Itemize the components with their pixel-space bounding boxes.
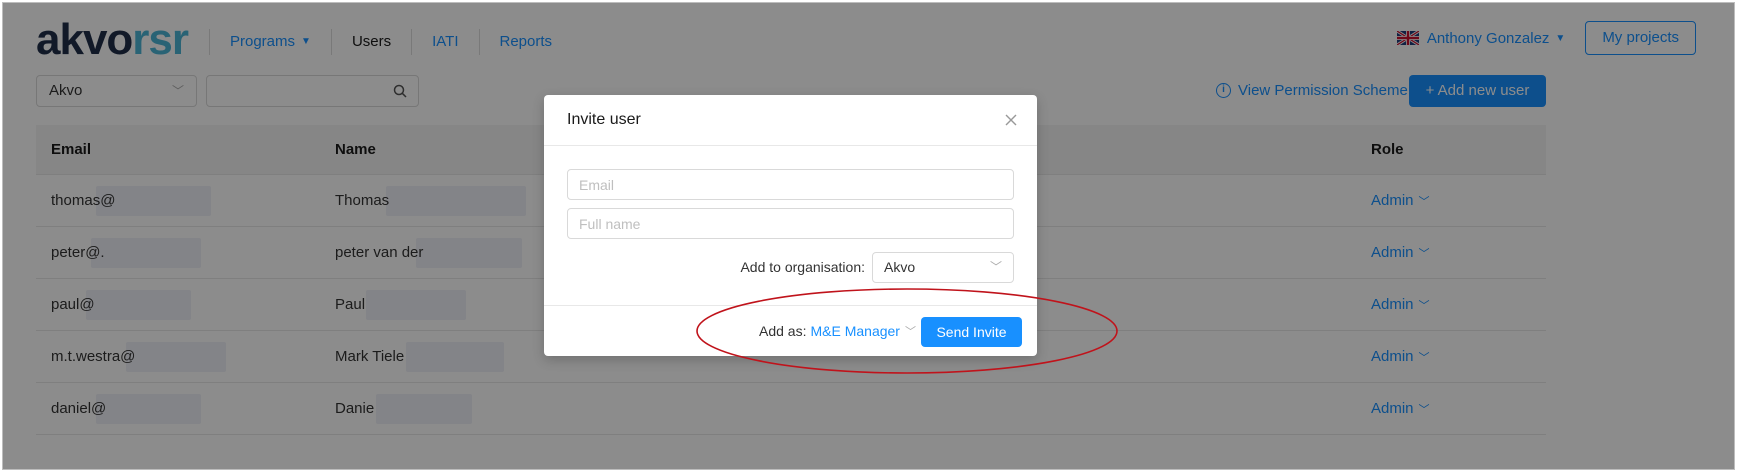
full-name-field[interactable] — [567, 208, 1014, 239]
email-field[interactable] — [567, 169, 1014, 200]
app-window: akvorsr Programs ▼ Users IATI Reports An… — [2, 2, 1735, 470]
modal-header: Invite user — [544, 95, 1037, 146]
organisation-label: Add to organisation: — [740, 259, 865, 275]
organisation-select[interactable]: Akvo ﹀ — [872, 252, 1014, 283]
close-icon[interactable] — [1003, 112, 1019, 128]
organisation-value: Akvo — [884, 259, 916, 275]
chevron-down-icon: ﹀ — [989, 260, 1002, 274]
highlight-ellipse-annotation — [696, 288, 1118, 374]
modal-title: Invite user — [567, 111, 641, 128]
